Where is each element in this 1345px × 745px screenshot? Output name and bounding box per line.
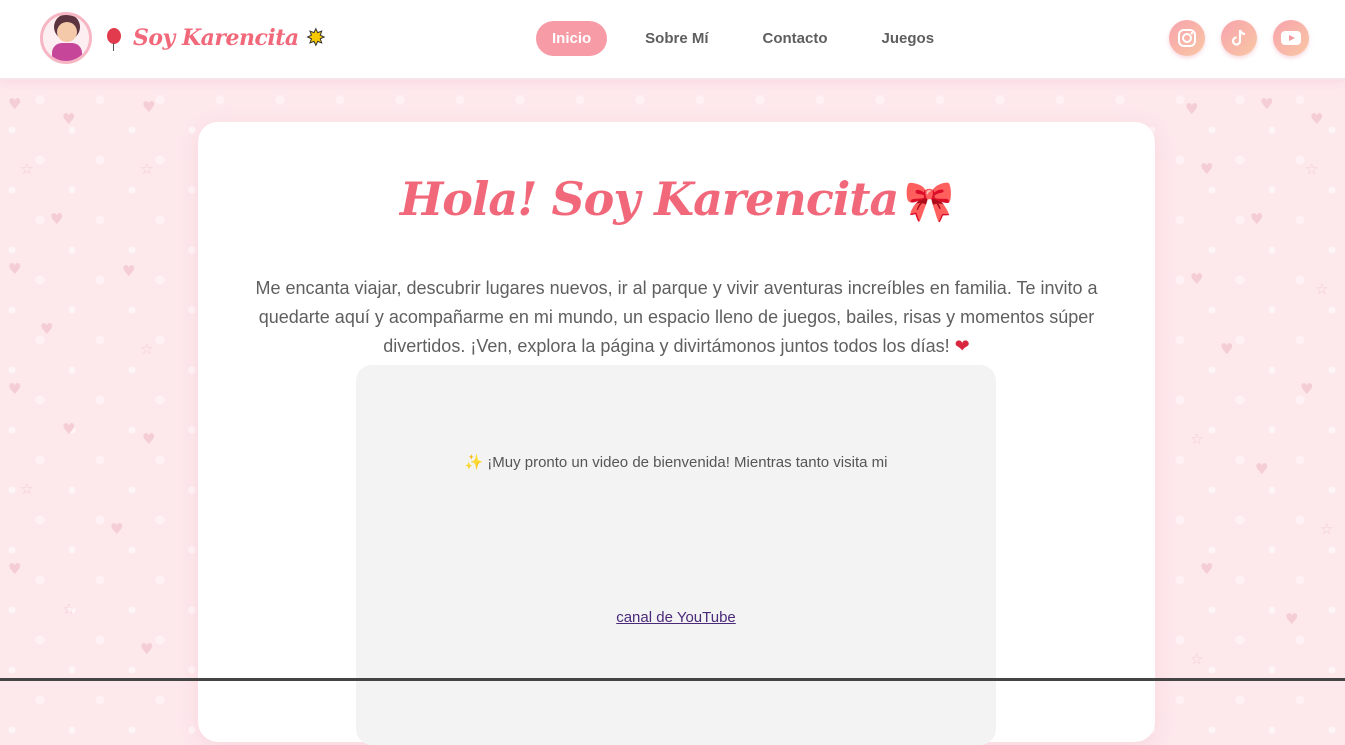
sparkle-icon: ✨ xyxy=(464,454,484,471)
video-message: ¡Muy pronto un video de bienvenida! Mien… xyxy=(487,454,888,471)
tiktok-icon[interactable] xyxy=(1221,20,1257,56)
star-burst-icon: ✸ xyxy=(306,25,326,51)
main-nav: Inicio Sobre Mí Contacto Juegos xyxy=(536,21,972,56)
instagram-icon[interactable] xyxy=(1169,20,1205,56)
nav-item-juegos[interactable]: Juegos xyxy=(866,21,951,56)
hero-title: Hola! Soy Karencita xyxy=(399,172,900,226)
nav-item-sobre-mi[interactable]: Sobre Mí xyxy=(629,21,724,56)
intro-text-wrap: Me encanta viajar, descubrir lugares nue… xyxy=(228,274,1125,361)
logo[interactable]: Soy Karencita ✸ xyxy=(40,12,326,64)
bow-icon: 🎀 xyxy=(904,178,954,225)
hero-title-wrap: Hola! Soy Karencita 🎀 xyxy=(198,172,1155,226)
site-header: Soy Karencita ✸ Inicio Sobre Mí Contacto… xyxy=(0,0,1345,80)
social-links xyxy=(1153,20,1309,56)
nav-item-contacto[interactable]: Contacto xyxy=(747,21,844,56)
site-title[interactable]: Soy Karencita xyxy=(133,25,299,51)
video-placeholder: ✨ ¡Muy pronto un video de bienvenida! Mie… xyxy=(356,365,996,745)
intro-text: Me encanta viajar, descubrir lugares nue… xyxy=(255,278,1098,356)
heart-icon: ❤ xyxy=(954,336,970,356)
video-message-wrap: ✨ ¡Muy pronto un video de bienvenida! Mie… xyxy=(356,453,996,471)
nav-item-inicio[interactable]: Inicio xyxy=(536,21,608,56)
youtube-icon[interactable] xyxy=(1273,20,1309,56)
avatar[interactable] xyxy=(40,12,92,64)
welcome-card: Hola! Soy Karencita 🎀 Me encanta viajar, … xyxy=(198,122,1155,745)
youtube-channel-link[interactable]: canal de YouTube xyxy=(356,609,996,626)
balloon-icon xyxy=(107,28,121,51)
